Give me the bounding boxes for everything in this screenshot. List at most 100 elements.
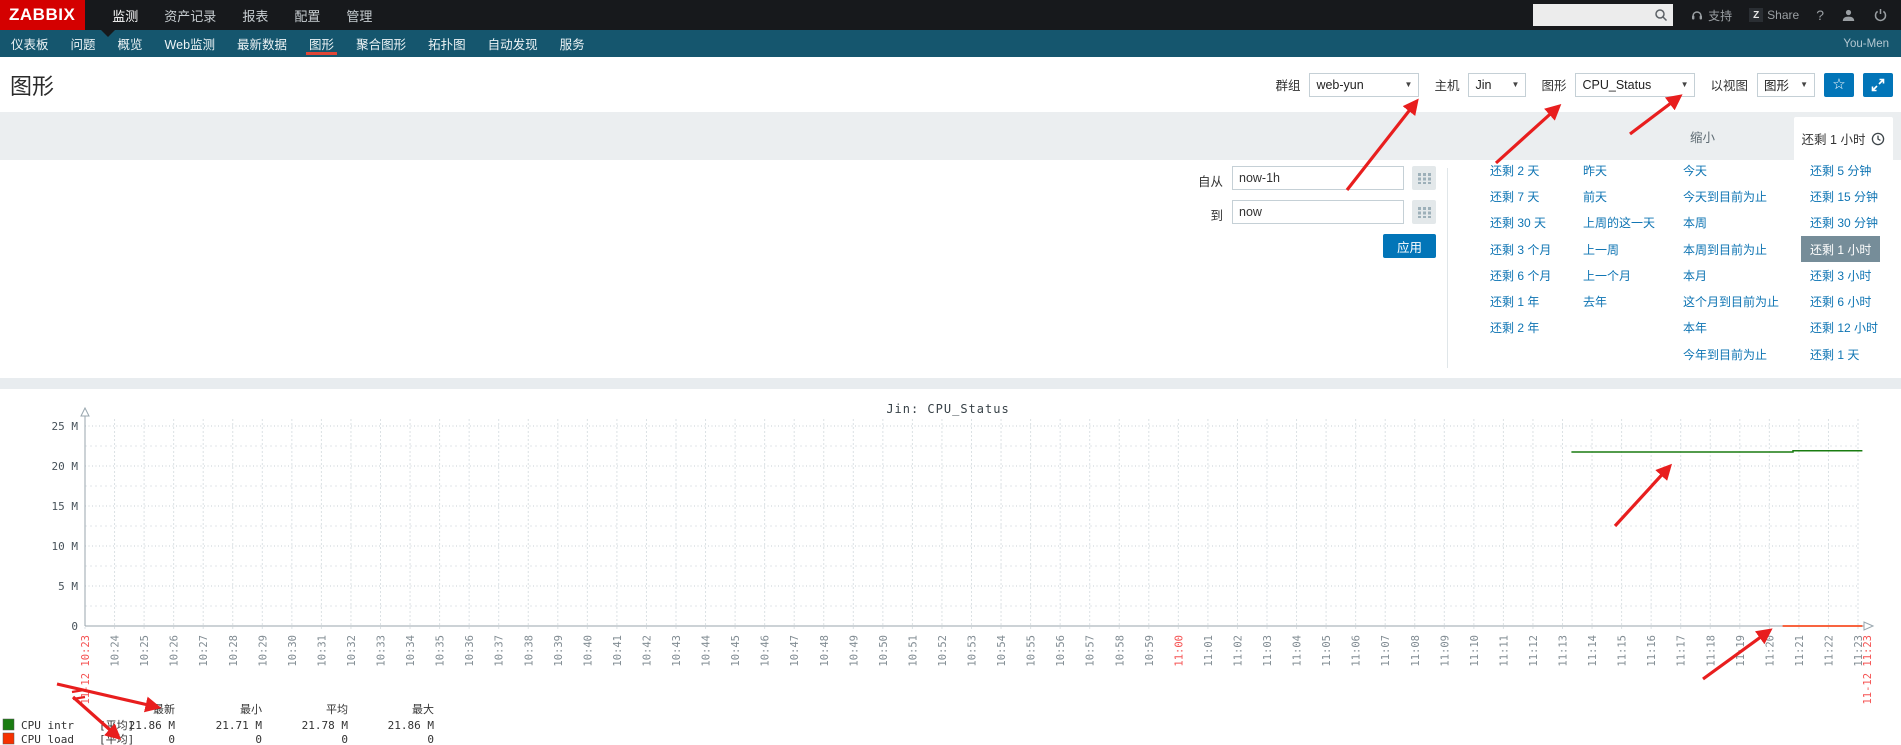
search-input[interactable] — [1533, 8, 1653, 22]
fullscreen-button[interactable] — [1863, 73, 1893, 97]
top-nav-item[interactable]: 监测 — [99, 0, 151, 30]
time-preset-link[interactable]: 还剩 2 年 — [1490, 315, 1551, 341]
svg-text:最小: 最小 — [240, 703, 262, 716]
zoom-out-button[interactable]: 缩小 — [1690, 127, 1715, 146]
headset-icon — [1690, 8, 1704, 22]
time-preset-link[interactable]: 还剩 6 小时 — [1810, 288, 1880, 314]
help-button[interactable]: ? — [1816, 7, 1824, 23]
time-preset-link[interactable]: 还剩 30 分钟 — [1810, 210, 1880, 236]
from-input[interactable] — [1232, 166, 1404, 190]
svg-text:11:02: 11:02 — [1232, 635, 1244, 667]
svg-text:最新: 最新 — [153, 702, 175, 716]
graph-select[interactable]: CPU_Status ▼ — [1575, 73, 1695, 97]
svg-text:10:57: 10:57 — [1085, 635, 1097, 667]
sub-nav-item[interactable]: 最新数据 — [226, 30, 298, 57]
global-search[interactable] — [1533, 4, 1673, 26]
svg-text:21.71 M: 21.71 M — [216, 719, 263, 732]
time-preset-link[interactable]: 前天 — [1583, 183, 1655, 209]
svg-text:0: 0 — [255, 733, 262, 745]
svg-text:10:25: 10:25 — [139, 635, 151, 667]
svg-text:10:35: 10:35 — [435, 635, 447, 667]
time-preset-link[interactable]: 还剩 7 天 — [1490, 183, 1551, 209]
time-preset-link[interactable]: 这个月到目前为止 — [1683, 288, 1779, 314]
time-preset-link[interactable]: 本年 — [1683, 315, 1779, 341]
sub-nav-item[interactable]: 拓扑图 — [417, 30, 477, 57]
group-select-value: web-yun — [1316, 78, 1363, 92]
sub-nav-item[interactable]: 服务 — [549, 30, 596, 57]
host-select[interactable]: Jin ▼ — [1468, 73, 1526, 97]
time-preset-link[interactable]: 去年 — [1583, 288, 1655, 314]
time-preset-link[interactable]: 还剩 1 天 — [1810, 341, 1880, 367]
sub-nav-item[interactable]: 概览 — [107, 30, 154, 57]
view-as-select[interactable]: 图形 ▼ — [1757, 73, 1815, 97]
time-preset-link[interactable]: 上一周 — [1583, 236, 1655, 262]
top-nav-item[interactable]: 管理 — [333, 0, 385, 30]
svg-text:25 M: 25 M — [52, 420, 79, 433]
share-label: Share — [1767, 8, 1799, 22]
svg-text:11:11: 11:11 — [1498, 635, 1510, 667]
sub-nav-item[interactable]: Web监测 — [154, 30, 226, 57]
svg-text:10:59: 10:59 — [1144, 635, 1156, 667]
calendar-icon — [1418, 173, 1431, 184]
svg-text:11:10: 11:10 — [1469, 635, 1481, 667]
svg-text:11:09: 11:09 — [1439, 635, 1451, 667]
sub-nav-item[interactable]: 自动发现 — [477, 30, 549, 57]
svg-text:10:30: 10:30 — [287, 635, 299, 667]
time-preset-link[interactable]: 还剩 3 个月 — [1490, 236, 1551, 262]
time-preset-link[interactable]: 上一个月 — [1583, 262, 1655, 288]
z-share-icon: Z — [1749, 8, 1763, 22]
svg-text:20 M: 20 M — [52, 460, 79, 473]
time-preset-link[interactable]: 本周 — [1683, 210, 1779, 236]
apply-button[interactable]: 应用 — [1383, 234, 1436, 258]
time-preset-link[interactable]: 还剩 5 分钟 — [1810, 157, 1880, 183]
profile-button[interactable] — [1841, 8, 1856, 23]
share-link[interactable]: Z Share — [1749, 8, 1799, 22]
svg-text:10:33: 10:33 — [376, 635, 388, 667]
svg-text:10:40: 10:40 — [582, 635, 594, 667]
time-preset-link[interactable]: 还剩 30 天 — [1490, 210, 1551, 236]
time-preset-link[interactable]: 今天 — [1683, 157, 1779, 183]
time-preset-link[interactable]: 还剩 3 小时 — [1810, 262, 1880, 288]
time-preset-link[interactable]: 还剩 1 年 — [1490, 288, 1551, 314]
svg-text:最大: 最大 — [412, 702, 434, 716]
svg-text:CPU load: CPU load — [21, 733, 74, 745]
top-nav-item[interactable]: 资产记录 — [151, 0, 229, 30]
svg-text:10:47: 10:47 — [789, 635, 801, 667]
expand-icon — [1871, 78, 1885, 92]
star-icon: ☆ — [1832, 77, 1845, 92]
logout-button[interactable] — [1873, 8, 1888, 23]
sub-nav-item[interactable]: 聚合图形 — [345, 30, 417, 57]
time-preset-link[interactable]: 还剩 6 个月 — [1490, 262, 1551, 288]
graph-svg[interactable]: Jin: CPU_Status25 M20 M15 M10 M5 M011-12… — [0, 389, 1901, 745]
to-calendar-button[interactable] — [1412, 200, 1436, 224]
time-range-tab[interactable]: 还剩 1 小时 — [1794, 117, 1893, 160]
sub-nav-item[interactable]: 图形 — [298, 30, 345, 57]
time-preset-link[interactable]: 还剩 2 天 — [1490, 157, 1551, 183]
top-nav-item[interactable]: 配置 — [281, 0, 333, 30]
time-preset-link[interactable]: 还剩 12 小时 — [1810, 315, 1880, 341]
time-preset-link[interactable]: 昨天 — [1583, 157, 1655, 183]
chevron-right-icon[interactable] — [1715, 129, 1731, 143]
sub-nav: 仪表板问题概览Web监测最新数据图形聚合图形拓扑图自动发现服务 You-Men — [0, 30, 1901, 57]
time-preset-link[interactable]: 今天到目前为止 — [1683, 183, 1779, 209]
group-select[interactable]: web-yun ▼ — [1309, 73, 1419, 97]
svg-text:11:16: 11:16 — [1646, 635, 1658, 667]
time-preset-link[interactable]: 本周到目前为止 — [1683, 236, 1779, 262]
sub-nav-item[interactable]: 仪表板 — [0, 30, 60, 57]
from-calendar-button[interactable] — [1412, 166, 1436, 190]
svg-text:11:07: 11:07 — [1380, 635, 1392, 667]
time-preset-link[interactable]: 还剩 15 分钟 — [1810, 183, 1880, 209]
svg-text:11:14: 11:14 — [1587, 635, 1599, 667]
zabbix-logo[interactable]: ZABBIX — [0, 0, 85, 30]
favourite-button[interactable]: ☆ — [1824, 73, 1854, 97]
top-nav: 监测资产记录报表配置管理 — [99, 0, 385, 30]
time-preset-link[interactable]: 上周的这一天 — [1583, 210, 1655, 236]
sub-nav-item[interactable]: 问题 — [60, 30, 107, 57]
time-preset-link[interactable]: 今年到目前为止 — [1683, 341, 1779, 367]
time-preset-link[interactable]: 还剩 1 小时 — [1801, 236, 1880, 262]
time-preset-link[interactable]: 本月 — [1683, 262, 1779, 288]
to-input[interactable] — [1232, 200, 1404, 224]
support-link[interactable]: 支持 — [1690, 7, 1732, 24]
chevron-left-icon[interactable] — [1674, 129, 1690, 143]
top-nav-item[interactable]: 报表 — [229, 0, 281, 30]
